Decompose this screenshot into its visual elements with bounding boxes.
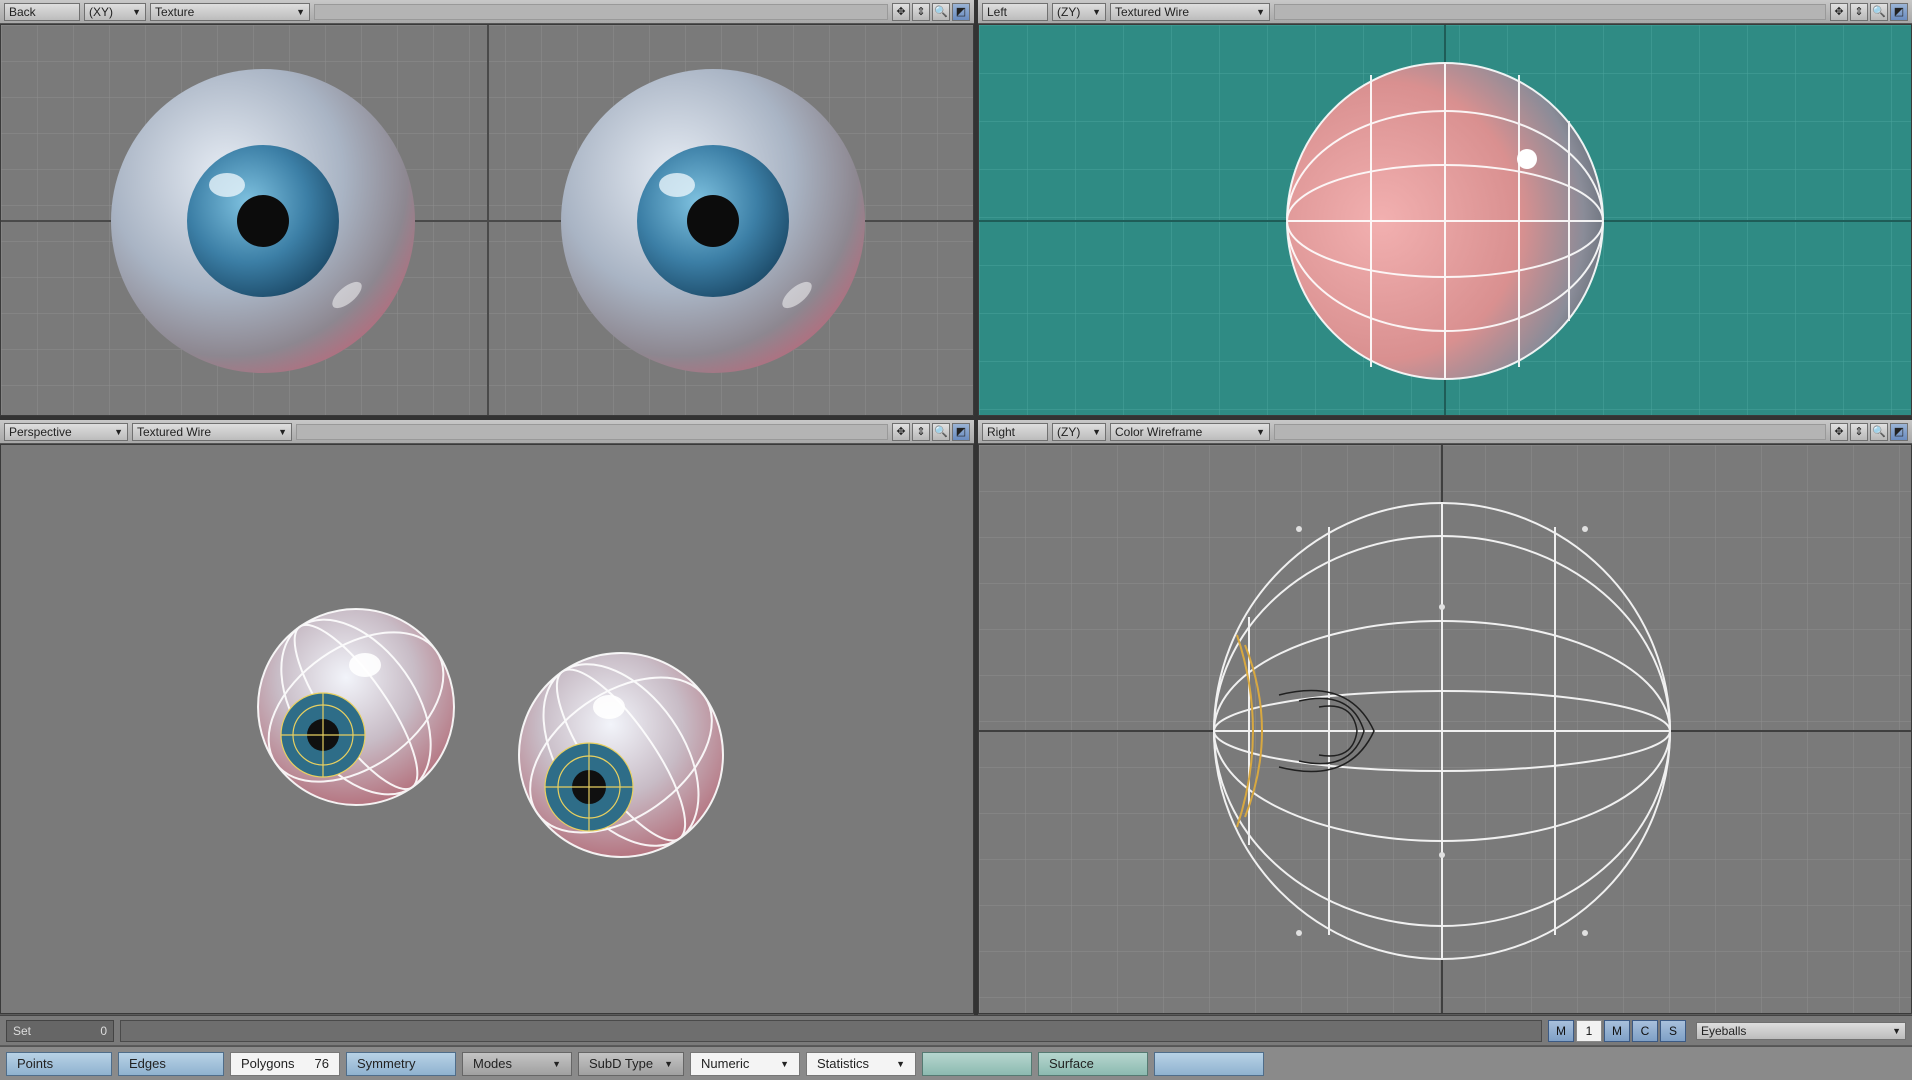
rotate-icon[interactable]: ⇕ xyxy=(912,2,930,21)
header-spacer xyxy=(314,3,888,20)
viewport-divider-vertical[interactable] xyxy=(974,0,978,1015)
viewport-back[interactable] xyxy=(0,24,974,416)
edges-mode-button[interactable]: Edges xyxy=(118,1051,224,1076)
symmetry-button[interactable]: Symmetry xyxy=(346,1051,456,1076)
view-dropdown[interactable]: Perspective ▼ xyxy=(4,422,128,441)
view-dropdown[interactable]: Back xyxy=(4,2,80,21)
zoom-icon[interactable]: 🔍 xyxy=(1870,422,1888,441)
header-spacer xyxy=(296,423,888,440)
chevron-down-icon: ▼ xyxy=(552,1058,561,1069)
viewport-header-right: Right (ZY) ▼ Color Wireframe ▼ ✥ ⇕ 🔍 ◩ xyxy=(978,420,1912,444)
viewport-controls: ✥ ⇕ 🔍 ◩ xyxy=(892,422,970,441)
object-dropdown[interactable]: Eyeballs ▼ xyxy=(1696,1021,1906,1040)
zoom-dropdown[interactable]: (XY) ▼ xyxy=(84,2,146,21)
chevron-down-icon: ▼ xyxy=(1256,426,1265,437)
viewport-right-canvas xyxy=(979,445,1911,1013)
statistics-button[interactable]: Statistics ▼ xyxy=(806,1051,916,1076)
pan-icon[interactable]: ✥ xyxy=(892,422,910,441)
points-mode-button[interactable]: Points xyxy=(6,1051,112,1076)
layer-button-c[interactable]: C xyxy=(1632,1019,1658,1042)
zoom-dropdown[interactable]: (ZY) ▼ xyxy=(1052,2,1106,21)
header-spacer xyxy=(1274,3,1826,20)
rotate-icon[interactable]: ⇕ xyxy=(1850,422,1868,441)
viewport-controls: ✥ ⇕ 🔍 ◩ xyxy=(1830,422,1908,441)
chevron-down-icon: ▼ xyxy=(114,426,123,437)
zoom-icon[interactable]: 🔍 xyxy=(932,422,950,441)
zoom-dropdown[interactable]: (ZY) ▼ xyxy=(1052,422,1106,441)
viewport-controls: ✥ ⇕ 🔍 ◩ xyxy=(1830,2,1908,21)
modes-dropdown[interactable]: Modes ▼ xyxy=(462,1051,572,1076)
info-button[interactable] xyxy=(922,1051,1032,1076)
layer-button-1[interactable]: 1 xyxy=(1576,1019,1602,1042)
viewport-left-canvas xyxy=(979,25,1911,415)
eyeball-left-render xyxy=(561,69,865,373)
view-dropdown[interactable]: Left xyxy=(982,2,1048,21)
pan-icon[interactable]: ✥ xyxy=(1830,2,1848,21)
zoom-icon[interactable]: 🔍 xyxy=(932,2,950,21)
layer-buttons: M 1 M C S xyxy=(1548,1019,1686,1042)
viewport-header-left: Left (ZY) ▼ Textured Wire ▼ ✥ ⇕ 🔍 ◩ xyxy=(978,0,1912,24)
maximize-icon[interactable]: ◩ xyxy=(952,2,970,21)
status-message xyxy=(120,1019,1542,1042)
viewport-left[interactable] xyxy=(978,24,1912,416)
surface-button[interactable]: Surface xyxy=(1038,1051,1148,1076)
render-mode-dropdown[interactable]: Textured Wire ▼ xyxy=(132,422,292,441)
chevron-down-icon: ▼ xyxy=(896,1058,905,1069)
chevron-down-icon: ▼ xyxy=(1256,6,1265,17)
pan-icon[interactable]: ✥ xyxy=(892,2,910,21)
polygons-mode-button[interactable]: Polygons 76 xyxy=(230,1051,340,1076)
polygon-count: 76 xyxy=(314,1056,329,1071)
set-value: 0 xyxy=(100,1023,107,1038)
viewport-perspective-canvas xyxy=(1,445,973,1013)
pan-icon[interactable]: ✥ xyxy=(1830,422,1848,441)
render-mode-dropdown[interactable]: Textured Wire ▼ xyxy=(1110,2,1270,21)
set-field[interactable]: Set 0 xyxy=(6,1019,114,1042)
chevron-down-icon: ▼ xyxy=(132,6,141,17)
viewport-header-perspective: Perspective ▼ Textured Wire ▼ ✥ ⇕ 🔍 ◩ xyxy=(0,420,974,444)
viewport-controls: ✥ ⇕ 🔍 ◩ xyxy=(892,2,970,21)
viewport-right[interactable] xyxy=(978,444,1912,1014)
eyeball-side-wire xyxy=(1286,62,1604,380)
viewport-perspective[interactable] xyxy=(0,444,974,1014)
maximize-icon[interactable]: ◩ xyxy=(1890,422,1908,441)
render-mode-dropdown[interactable]: Color Wireframe ▼ xyxy=(1110,422,1270,441)
set-label: Set xyxy=(13,1023,32,1038)
layer-button-s[interactable]: S xyxy=(1660,1019,1686,1042)
subd-type-dropdown[interactable]: SubD Type ▼ xyxy=(578,1051,684,1076)
maximize-icon[interactable]: ◩ xyxy=(1890,2,1908,21)
chevron-down-icon: ▼ xyxy=(1892,1025,1901,1036)
rotate-icon[interactable]: ⇕ xyxy=(912,422,930,441)
viewport-header-back: Back (XY) ▼ Texture ▼ ✥ ⇕ 🔍 ◩ xyxy=(0,0,974,24)
viewport-divider-horizontal[interactable] xyxy=(0,416,1912,420)
header-spacer xyxy=(1274,423,1826,440)
chevron-down-icon: ▼ xyxy=(1092,6,1101,17)
chevron-down-icon: ▼ xyxy=(278,426,287,437)
viewport-back-canvas xyxy=(1,25,973,415)
layer-button-m2[interactable]: M xyxy=(1604,1019,1630,1042)
vmap-button[interactable] xyxy=(1154,1051,1264,1076)
layer-button-m[interactable]: M xyxy=(1548,1019,1574,1042)
rotate-icon[interactable]: ⇕ xyxy=(1850,2,1868,21)
view-dropdown[interactable]: Right xyxy=(982,422,1048,441)
chevron-down-icon: ▼ xyxy=(296,6,305,17)
zoom-icon[interactable]: 🔍 xyxy=(1870,2,1888,21)
eyeball-right-render xyxy=(111,69,415,373)
chevron-down-icon: ▼ xyxy=(664,1058,673,1069)
mode-bar: Points Edges Polygons 76 Symmetry Modes ▼… xyxy=(0,1046,1912,1080)
chevron-down-icon: ▼ xyxy=(780,1058,789,1069)
chevron-down-icon: ▼ xyxy=(1092,426,1101,437)
render-mode-dropdown[interactable]: Texture ▼ xyxy=(150,2,310,21)
maximize-icon[interactable]: ◩ xyxy=(952,422,970,441)
numeric-button[interactable]: Numeric ▼ xyxy=(690,1051,800,1076)
status-bar: Set 0 M 1 M C S Eyeballs ▼ xyxy=(0,1015,1912,1045)
